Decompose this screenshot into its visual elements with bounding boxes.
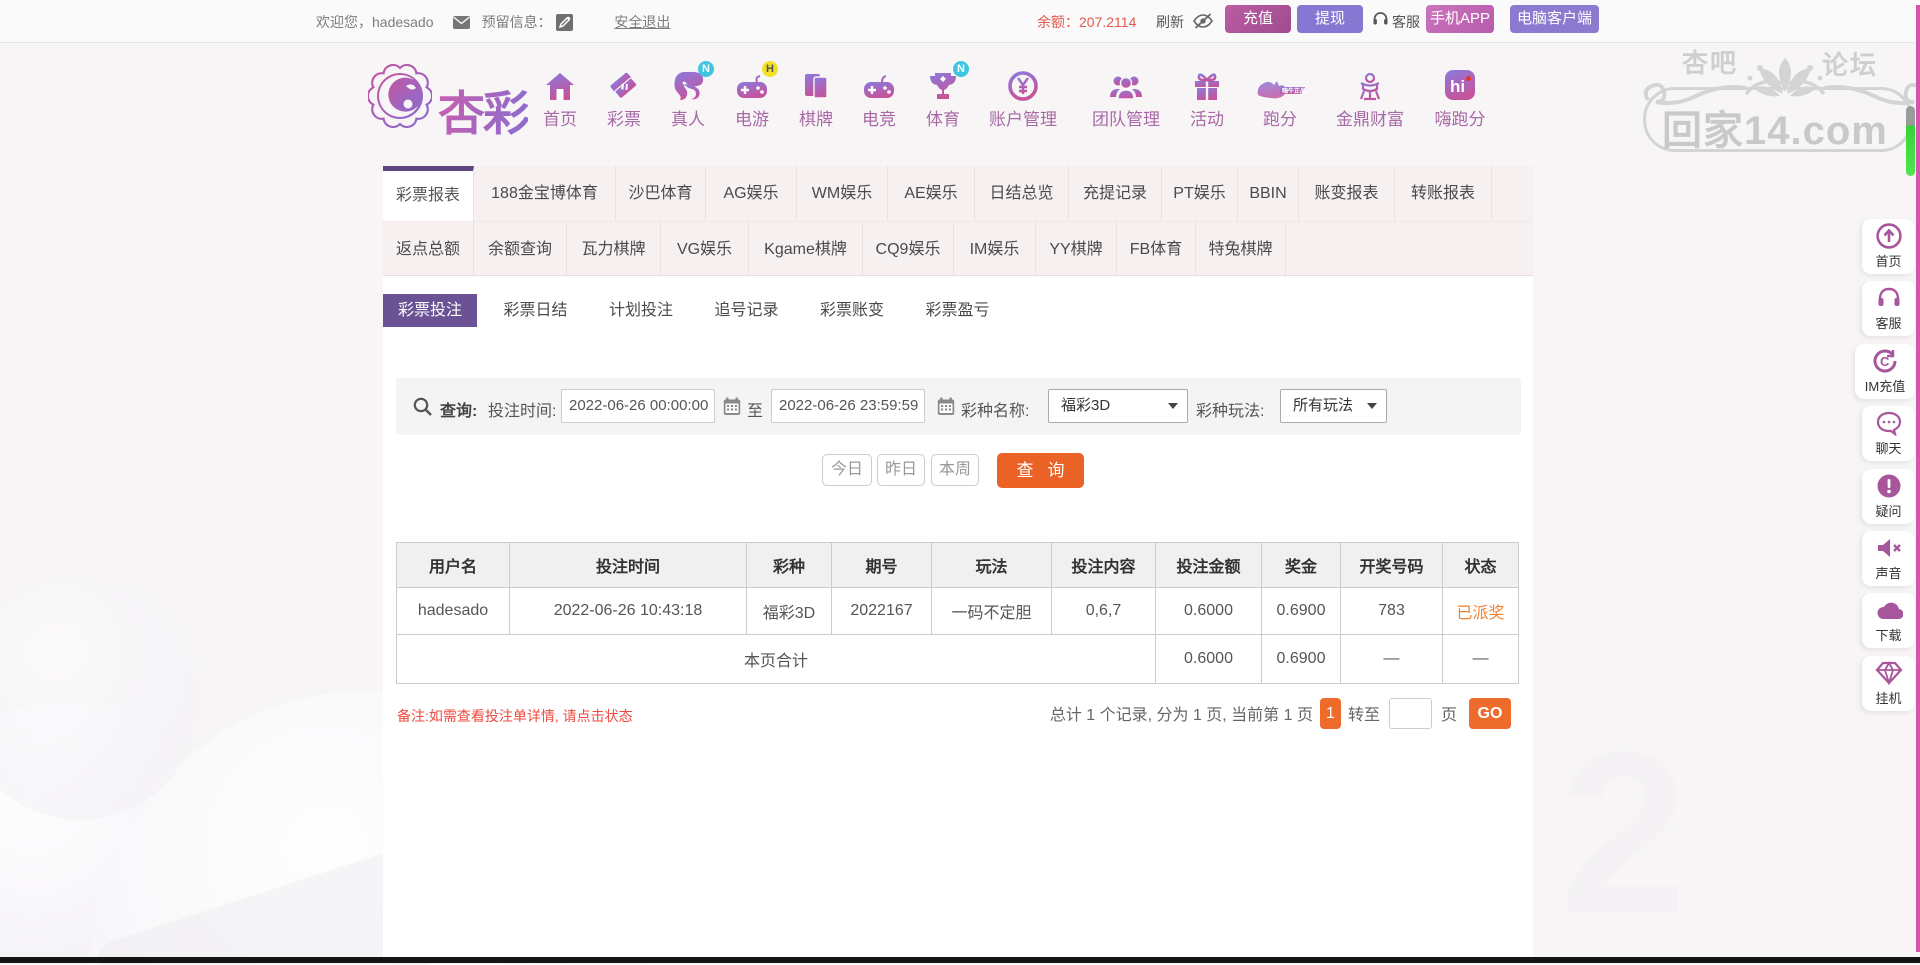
svg-text:嗨牛正品店: 嗨牛正品店 bbox=[1282, 87, 1306, 95]
svg-text:hi: hi bbox=[1450, 77, 1465, 96]
svg-text:C: C bbox=[1880, 354, 1890, 369]
